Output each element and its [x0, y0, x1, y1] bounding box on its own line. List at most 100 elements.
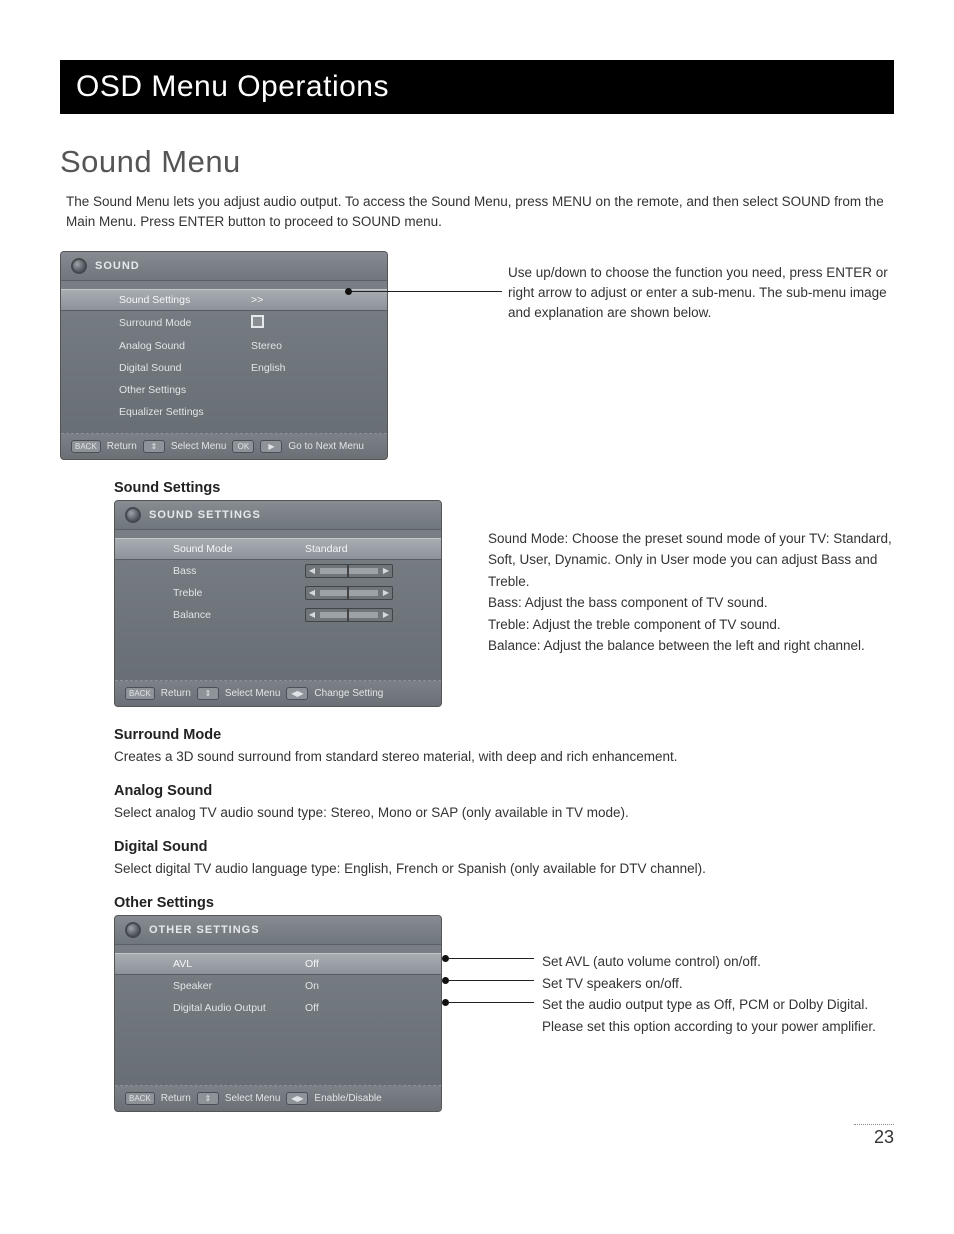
footer-select-label: Select Menu	[225, 1093, 281, 1104]
right-arrow-icon: ▶	[380, 588, 392, 597]
back-key-icon: BACK	[125, 687, 155, 700]
left-arrow-icon: ◀	[306, 566, 318, 575]
setting-treble[interactable]: Treble ◀▶	[115, 582, 441, 604]
speaker-icon	[125, 922, 141, 938]
menu-item-value: >>	[251, 294, 369, 306]
updown-key-icon: ⇕	[197, 1092, 219, 1105]
setting-avl[interactable]: AVL Off	[115, 953, 441, 975]
setting-label: Speaker	[173, 980, 305, 992]
page-number: 23	[854, 1124, 894, 1148]
setting-sound-mode[interactable]: Sound Mode Standard	[115, 538, 441, 560]
setting-balance[interactable]: Balance ◀▶	[115, 604, 441, 626]
page-header: OSD Menu Operations	[60, 60, 894, 114]
menu-item-label: Digital Sound	[119, 362, 251, 374]
leftright-key-icon: ◀▶	[286, 687, 308, 700]
setting-speaker[interactable]: Speaker On	[115, 975, 441, 997]
osd-footer: BACK Return ⇕ Select Menu OK ▶ Go to Nex…	[61, 433, 387, 459]
osd-title: OTHER SETTINGS	[149, 924, 260, 936]
page-header-title: OSD Menu Operations	[76, 70, 878, 104]
osd-title: SOUND	[95, 260, 140, 272]
right-arrow-icon: ▶	[380, 566, 392, 575]
footer-change-label: Change Setting	[314, 688, 383, 699]
setting-value: Standard	[305, 543, 423, 555]
menu-item-label: Sound Settings	[119, 294, 251, 306]
sound-settings-heading: Sound Settings	[114, 480, 894, 496]
slider-control[interactable]: ◀▶	[305, 608, 393, 622]
menu-item-surround-mode[interactable]: Surround Mode	[61, 311, 387, 335]
updown-key-icon: ⇕	[143, 440, 165, 453]
footer-return-label: Return	[161, 688, 191, 699]
setting-value: Off	[305, 1002, 423, 1014]
sound-settings-descriptions: Sound Mode: Choose the preset sound mode…	[488, 500, 894, 658]
other-settings-row: OTHER SETTINGS AVL Off Speaker On Digita…	[114, 915, 894, 1112]
menu-item-equalizer-settings[interactable]: Equalizer Settings	[61, 401, 387, 423]
setting-value: On	[305, 980, 423, 992]
slider-control[interactable]: ◀▶	[305, 586, 393, 600]
left-arrow-icon: ◀	[306, 610, 318, 619]
osd-title: SOUND SETTINGS	[149, 509, 261, 521]
digital-sound-text: Select digital TV audio language type: E…	[114, 859, 894, 879]
desc-balance: Balance: Adjust the balance between the …	[488, 635, 894, 657]
osd-body: AVL Off Speaker On Digital Audio Output …	[115, 945, 441, 1085]
left-arrow-icon: ◀	[306, 588, 318, 597]
callout-dot-icon	[442, 977, 449, 984]
setting-value: Off	[305, 958, 423, 970]
digital-sound-heading: Digital Sound	[114, 839, 894, 855]
menu-item-label: Other Settings	[119, 384, 251, 396]
menu-item-other-settings[interactable]: Other Settings	[61, 379, 387, 401]
setting-label: Treble	[173, 587, 305, 599]
slider-control[interactable]: ◀▶	[305, 564, 393, 578]
menu-item-label: Analog Sound	[119, 340, 251, 352]
osd-body: Sound Settings >> Surround Mode Analog S…	[61, 281, 387, 433]
analog-sound-text: Select analog TV audio sound type: Stere…	[114, 803, 894, 823]
surround-mode-text: Creates a 3D sound surround from standar…	[114, 747, 894, 767]
speaker-icon	[71, 258, 87, 274]
sound-settings-osd-panel: SOUND SETTINGS Sound Mode Standard Bass …	[114, 500, 442, 707]
desc-bass: Bass: Adjust the bass component of TV so…	[488, 592, 894, 614]
other-settings-callouts: Set AVL (auto volume control) on/off. Se…	[542, 915, 894, 1037]
setting-label: AVL	[173, 958, 305, 970]
callout-avl: Set AVL (auto volume control) on/off.	[542, 951, 894, 973]
menu-item-value: Stereo	[251, 340, 369, 352]
checkbox-icon	[251, 315, 264, 328]
osd-body: Sound Mode Standard Bass ◀▶ Treble ◀▶ Ba…	[115, 530, 441, 680]
sound-settings-row: SOUND SETTINGS Sound Mode Standard Bass …	[114, 500, 894, 707]
callout-line	[352, 291, 502, 292]
osd-footer: BACK Return ⇕ Select Menu ◀▶ Change Sett…	[115, 680, 441, 706]
osd-header: OTHER SETTINGS	[115, 916, 441, 945]
ok-key-icon: OK	[232, 440, 254, 453]
osd-header: SOUND	[61, 252, 387, 281]
leftright-key-icon: ◀▶	[286, 1092, 308, 1105]
setting-label: Balance	[173, 609, 305, 621]
speaker-icon	[125, 507, 141, 523]
sound-panel-callout-text: Use up/down to choose the function you n…	[508, 251, 894, 324]
sound-osd-panel: SOUND Sound Settings >> Surround Mode An…	[60, 251, 388, 460]
callout-dot-icon	[345, 288, 352, 295]
osd-footer: BACK Return ⇕ Select Menu ◀▶ Enable/Disa…	[115, 1085, 441, 1111]
right-key-icon: ▶	[260, 440, 282, 453]
sound-panel-row: SOUND Sound Settings >> Surround Mode An…	[60, 251, 894, 460]
callout-line	[449, 1002, 534, 1003]
osd-header: SOUND SETTINGS	[115, 501, 441, 530]
setting-digital-audio-output[interactable]: Digital Audio Output Off	[115, 997, 441, 1019]
menu-item-digital-sound[interactable]: Digital Sound English	[61, 357, 387, 379]
other-settings-osd-panel: OTHER SETTINGS AVL Off Speaker On Digita…	[114, 915, 442, 1112]
desc-sound-mode: Sound Mode: Choose the preset sound mode…	[488, 528, 894, 593]
back-key-icon: BACK	[71, 440, 101, 453]
footer-return-label: Return	[161, 1093, 191, 1104]
footer-enable-label: Enable/Disable	[314, 1093, 381, 1104]
callout-dot-icon	[442, 955, 449, 962]
desc-treble: Treble: Adjust the treble component of T…	[488, 614, 894, 636]
updown-key-icon: ⇕	[197, 687, 219, 700]
section-title: Sound Menu	[60, 144, 894, 180]
surround-mode-heading: Surround Mode	[114, 727, 894, 743]
setting-label: Bass	[173, 565, 305, 577]
menu-item-sound-settings[interactable]: Sound Settings >>	[61, 289, 387, 311]
setting-bass[interactable]: Bass ◀▶	[115, 560, 441, 582]
footer-select-label: Select Menu	[225, 688, 281, 699]
callout-dot-icon	[442, 999, 449, 1006]
footer-select-label: Select Menu	[171, 441, 227, 452]
menu-item-analog-sound[interactable]: Analog Sound Stereo	[61, 335, 387, 357]
setting-label: Digital Audio Output	[173, 1002, 305, 1014]
setting-label: Sound Mode	[173, 543, 305, 555]
